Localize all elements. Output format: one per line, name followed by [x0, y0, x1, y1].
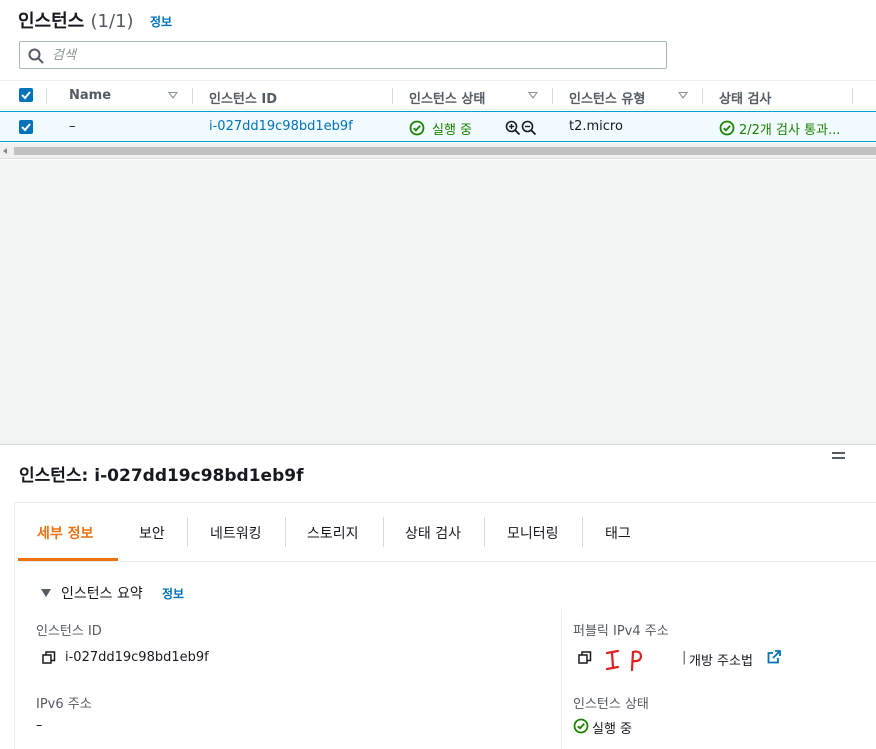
tab-security[interactable]: 보안 [139, 523, 165, 543]
instance-id-value: i-027dd19c98bd1eb9f [65, 650, 209, 665]
tab-monitoring[interactable]: 모니터링 [507, 523, 559, 543]
search-box[interactable] [19, 41, 667, 69]
tab-tags[interactable]: 태그 [605, 523, 631, 543]
scrollbar-thumb[interactable] [14, 147, 876, 155]
check-icon [21, 91, 31, 100]
tab-status-checks[interactable]: 상태 검사 [405, 523, 461, 543]
page-title: 인스턴스 (1/1) [18, 7, 134, 33]
cell-status-check: 2/2개 검사 통과... [739, 123, 841, 138]
column-separator [392, 88, 393, 104]
sort-icon[interactable] [168, 92, 178, 99]
column-separator [46, 88, 47, 104]
column-separator [552, 88, 553, 104]
summary-section-title[interactable]: 인스턴스 요약 [61, 583, 143, 603]
pane-resize-handle-icon[interactable] [832, 452, 845, 459]
instance-id-label: 인스턴스 ID [36, 624, 102, 639]
page-title-text: 인스턴스 [18, 11, 85, 32]
column-separator [852, 88, 853, 104]
public-ipv4-label: 퍼블릭 IPv4 주소 [573, 624, 669, 639]
details-title: 인스턴스: i-027dd19c98bd1eb9f [19, 466, 304, 486]
details-panel: 세부 정보 보안 네트워킹 스토리지 상태 검사 모니터링 태그 [14, 502, 876, 749]
table-header: Name 인스턴스 ID 인스턴스 상태 인스턴스 유형 상태 검사 [0, 80, 876, 110]
tab-separator [187, 517, 188, 547]
sort-icon[interactable] [528, 92, 538, 99]
zoom-out-icon[interactable] [521, 120, 537, 136]
tab-storage[interactable]: 스토리지 [307, 523, 359, 543]
details-tabs: 세부 정보 보안 네트워킹 스토리지 상태 검사 모니터링 태그 [15, 503, 876, 562]
row-checkbox[interactable] [19, 120, 33, 134]
cell-instance-id-link[interactable]: i-027dd19c98bd1eb9f [209, 119, 353, 134]
tab-separator [383, 517, 384, 547]
ipv6-label: IPv6 주소 [36, 697, 92, 712]
tab-networking[interactable]: 네트워킹 [210, 523, 262, 543]
table-row[interactable]: – i-027dd19c98bd1eb9f 실행 중 t2.micro 2/2개… [0, 111, 876, 142]
column-separator [702, 88, 703, 104]
column-header-name[interactable]: Name [69, 88, 111, 103]
instance-count: (1/1) [90, 11, 134, 32]
caret-down-icon[interactable] [41, 589, 51, 597]
instance-state-label: 인스턴스 상태 [573, 697, 649, 712]
success-icon [573, 718, 589, 734]
public-ipv4-redaction [605, 649, 643, 672]
search-input[interactable] [52, 45, 652, 65]
column-divider [561, 610, 562, 749]
sort-icon[interactable] [678, 92, 688, 99]
info-link[interactable]: 정보 [150, 13, 172, 30]
table-empty-area [0, 160, 876, 445]
copy-icon[interactable] [42, 651, 56, 665]
tab-separator [484, 517, 485, 547]
column-separator [192, 88, 193, 104]
ipv6-value: – [36, 718, 43, 733]
active-tab-indicator [18, 558, 118, 561]
external-link-icon[interactable] [767, 650, 781, 664]
cell-instance-type: t2.micro [569, 119, 623, 134]
zoom-in-icon[interactable] [505, 120, 521, 136]
check-icon [21, 123, 31, 132]
link-separator: | [682, 650, 687, 665]
select-all-checkbox[interactable] [19, 88, 33, 102]
column-header-status-check[interactable]: 상태 검사 [719, 88, 771, 107]
open-address-link[interactable]: 개방 주소법 [689, 650, 753, 669]
column-header-instance-state[interactable]: 인스턴스 상태 [409, 88, 485, 107]
tab-separator [582, 517, 583, 547]
cell-name: – [69, 119, 76, 134]
search-icon [28, 48, 44, 64]
column-header-instance-type[interactable]: 인스턴스 유형 [569, 88, 645, 107]
column-header-instance-id[interactable]: 인스턴스 ID [209, 88, 277, 107]
success-icon [409, 120, 425, 136]
summary-info-link[interactable]: 정보 [162, 585, 184, 602]
instance-state-value: 실행 중 [592, 722, 633, 737]
cell-instance-state: 실행 중 [432, 123, 473, 138]
horizontal-scrollbar[interactable] [0, 143, 876, 159]
success-icon [719, 120, 735, 136]
tab-details[interactable]: 세부 정보 [37, 523, 93, 543]
copy-icon[interactable] [578, 651, 592, 665]
tab-separator [285, 517, 286, 547]
scroll-left-arrow-icon[interactable] [3, 148, 7, 154]
